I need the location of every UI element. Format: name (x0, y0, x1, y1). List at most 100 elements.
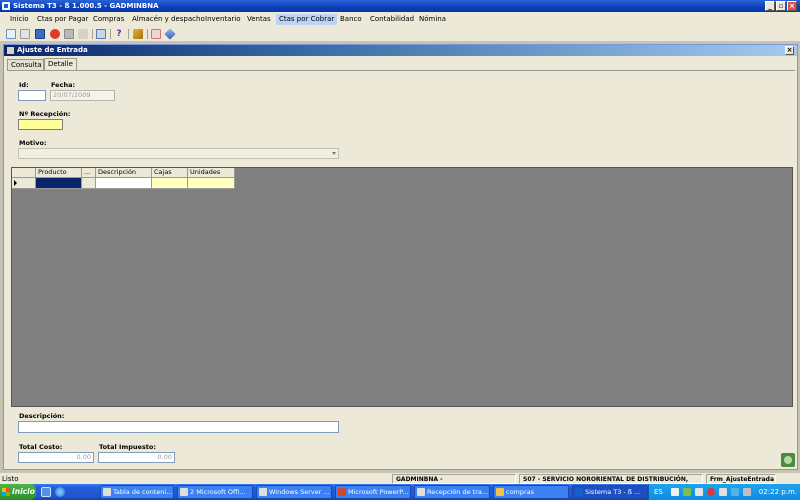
brush-icon[interactable] (133, 29, 143, 39)
status-user: GADMINBNA - ROXANA,SARMIENTO (392, 474, 516, 492)
internet-explorer-icon[interactable] (55, 487, 65, 497)
cell-lookup-button[interactable] (82, 178, 96, 189)
app-icon (575, 488, 583, 496)
form-close-button[interactable]: × (785, 46, 794, 55)
start-button[interactable]: Inicio (0, 484, 36, 500)
status-company: S07 - SERVICIO NORORIENTAL DE DISTRIBUCI… (519, 474, 703, 492)
task-windows-server[interactable]: Windows Server ... (256, 485, 332, 499)
delete-icon[interactable] (64, 29, 74, 39)
grid-header-descripcion[interactable]: Descripción (96, 168, 152, 178)
server-icon (259, 488, 267, 496)
toolbar: ? (0, 26, 800, 42)
cell-producto[interactable] (36, 178, 82, 189)
monitor-icon[interactable] (719, 488, 727, 496)
task-powerpoint[interactable]: Microsoft PowerP... (335, 485, 411, 499)
status-bar: Listo GADMINBNA - ROXANA,SARMIENTO S07 -… (0, 472, 800, 492)
powerpoint-icon (338, 488, 346, 496)
title-bar: Sistema T3 - ß 1.000.5 - GADMINBNA _ ▫ × (0, 0, 800, 12)
language-indicator[interactable]: ES (654, 484, 663, 500)
menu-nomina[interactable]: Nómina (416, 14, 449, 25)
total-impuesto-label: Total Impuesto: (99, 443, 156, 451)
task-tabla-contenido[interactable]: Tabla de conteni... (100, 485, 174, 499)
task-compras[interactable]: compras (493, 485, 569, 499)
grid-corner-header (12, 168, 36, 178)
form-icon (7, 47, 14, 54)
taskbar: Inicio Tabla de conteni... 2 Microsoft O… (0, 484, 800, 500)
save-icon[interactable] (35, 29, 45, 39)
menu-ctas-por-cobrar[interactable]: Ctas por Cobrar (276, 14, 338, 25)
id-field[interactable] (18, 90, 46, 101)
print-icon[interactable] (96, 29, 106, 39)
cell-cajas[interactable] (152, 178, 188, 189)
minimize-button[interactable]: _ (765, 1, 775, 11)
close-button[interactable]: × (787, 1, 797, 11)
status-grip-icon (781, 453, 795, 467)
id-label: Id: (19, 81, 29, 89)
detail-grid[interactable]: Producto ... Descripción Cajas Unidades (11, 167, 793, 407)
recepcion-field[interactable] (18, 119, 63, 130)
task-recepcion[interactable]: Recepción de tra... (414, 485, 490, 499)
start-label: Inicio (12, 487, 35, 496)
windows-flag-icon (2, 488, 10, 496)
toolbar-separator (147, 29, 148, 39)
menu-contabilidad[interactable]: Contabilidad (367, 14, 417, 25)
total-impuesto-field: 0.00 (98, 452, 175, 463)
grid-header-producto[interactable]: Producto (36, 168, 82, 178)
task-microsoft-office[interactable]: 2 Microsoft Offi... (177, 485, 253, 499)
document-icon (417, 488, 425, 496)
motivo-select[interactable] (18, 148, 339, 159)
fecha-label: Fecha: (51, 81, 76, 89)
task-sistema-t3[interactable]: Sistema T3 - ß ... (572, 485, 648, 499)
menu-almacen[interactable]: Almacén y despacho (129, 14, 208, 25)
grid-header-cajas[interactable]: Cajas (152, 168, 188, 178)
form-title: Ajuste de Entrada (17, 46, 88, 54)
maximize-button[interactable]: ▫ (776, 1, 786, 11)
menu-inventario[interactable]: Inventario (202, 14, 244, 25)
new-icon[interactable] (6, 29, 16, 39)
speaker-icon[interactable] (743, 488, 751, 496)
edit-icon[interactable] (78, 29, 88, 39)
show-desktop-icon[interactable] (41, 487, 51, 497)
total-costo-field: 0.00 (18, 452, 94, 463)
open-icon[interactable] (20, 29, 30, 39)
menu-bar: Inicio Ctas por Pagar Compras Almacén y … (0, 12, 800, 26)
help-icon[interactable]: ? (114, 29, 124, 39)
menu-compras[interactable]: Compras (90, 14, 127, 25)
tab-consulta[interactable]: Consulta (7, 59, 44, 70)
ajuste-entrada-window: Ajuste de Entrada × Consulta Detalle Id:… (3, 44, 798, 470)
status-form: Frm_AjusteEntrada (706, 474, 776, 484)
menu-ventas[interactable]: Ventas (244, 14, 274, 25)
toolbar-separator (110, 29, 111, 39)
minus-icon[interactable] (151, 29, 161, 39)
pen-icon[interactable] (164, 28, 176, 40)
expand-tray-icon[interactable] (671, 488, 679, 496)
chart-icon[interactable] (695, 488, 703, 496)
security-icon[interactable] (731, 488, 739, 496)
detalle-panel: Id: Fecha: 20/07/2009 Nº Recepción: Moti… (7, 70, 795, 468)
row-pointer-icon (14, 180, 17, 186)
child-title-bar: Ajuste de Entrada × (4, 45, 797, 56)
menu-inicio[interactable]: Inicio (7, 14, 32, 25)
menu-banco[interactable]: Banco (337, 14, 365, 25)
row-selector[interactable] (12, 178, 36, 189)
fecha-field[interactable]: 20/07/2009 (50, 90, 115, 101)
total-costo-label: Total Costo: (19, 443, 63, 451)
motivo-label: Motivo: (19, 139, 47, 147)
grid-header-lookup[interactable]: ... (82, 168, 96, 178)
clock: 02:22 p.m. (758, 488, 797, 496)
status-text: Listo (2, 475, 19, 483)
toolbar-separator (128, 29, 129, 39)
cell-descripcion[interactable] (96, 178, 152, 189)
record-icon[interactable] (50, 29, 60, 39)
alert-icon[interactable] (707, 488, 715, 496)
recepcion-label: Nº Recepción: (19, 110, 71, 118)
menu-ctas-por-pagar[interactable]: Ctas por Pagar (34, 14, 91, 25)
cell-unidades[interactable] (188, 178, 235, 189)
network-icon[interactable] (683, 488, 691, 496)
office-icon (180, 488, 188, 496)
descripcion-field[interactable] (18, 421, 339, 433)
grid-header-unidades[interactable]: Unidades (188, 168, 235, 178)
tab-detalle[interactable]: Detalle (44, 58, 77, 70)
window-title: Sistema T3 - ß 1.000.5 - GADMINBNA (13, 2, 159, 10)
mdi-workspace: Ajuste de Entrada × Consulta Detalle Id:… (0, 42, 800, 472)
